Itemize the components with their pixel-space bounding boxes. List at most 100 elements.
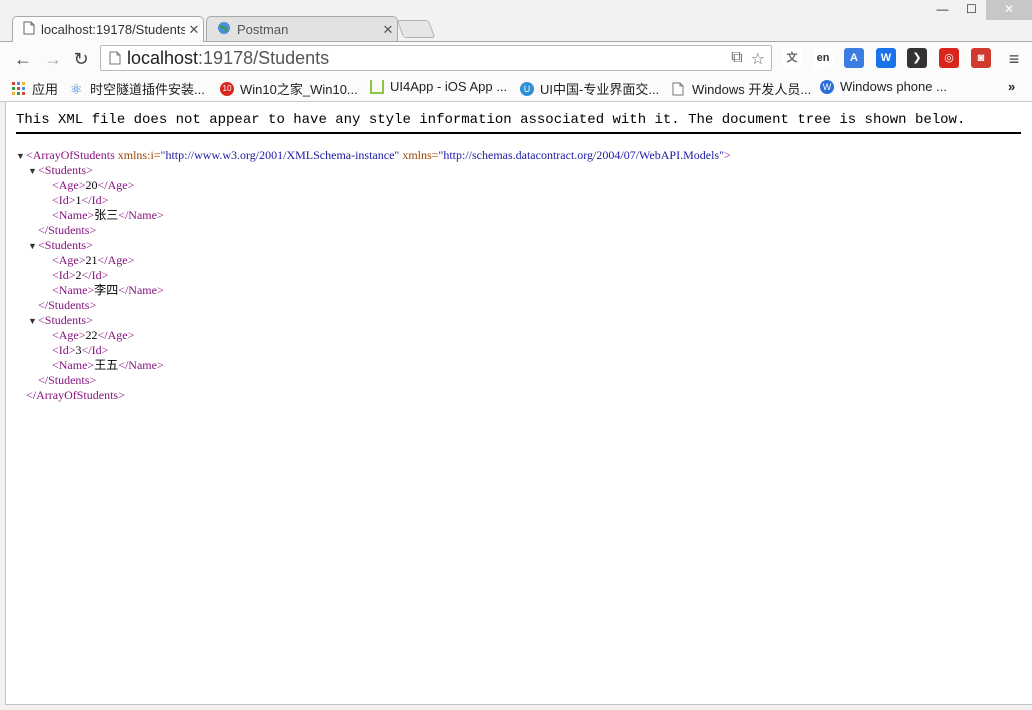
bookmark-label: Win10之家_Win10... <box>240 82 358 97</box>
id-open-tag: <Id> <box>52 268 76 282</box>
age-close-tag: </Age> <box>97 328 135 342</box>
reload-icon[interactable]: ↻ <box>70 48 92 70</box>
age-value: 21 <box>85 253 98 267</box>
red-extension-icon[interactable]: ◙ <box>971 48 991 68</box>
attr-value: "http://schemas.datacontract.org/2004/07… <box>438 148 724 162</box>
collapse-triangle-icon[interactable]: ▼ <box>16 149 26 164</box>
age-value: 22 <box>85 328 98 342</box>
tab-strip: localhost:19178/Students ✕ Postman ✕ — ☐… <box>0 0 1032 42</box>
window-controls: — ☐ ✕ <box>928 0 1032 20</box>
id-line: <Id>2</Id> <box>16 268 731 283</box>
students-close-tag: </Students> <box>38 223 97 237</box>
name-value: 王五 <box>94 358 119 372</box>
bookmark-time-tunnel[interactable]: ⚛ 时空隧道插件安装... <box>70 79 205 98</box>
minimize-button[interactable]: — <box>928 0 957 20</box>
name-open-tag: <Name> <box>52 358 95 372</box>
name-close-tag: </Name> <box>118 208 164 222</box>
address-bar[interactable]: localhost:19178/Students ⧉ ☆ <box>100 45 772 71</box>
id-line: <Id>1</Id> <box>16 193 731 208</box>
age-line: <Age>22</Age> <box>16 328 731 343</box>
collapse-triangle-icon[interactable]: ▼ <box>28 164 38 179</box>
age-close-tag: </Age> <box>97 253 135 267</box>
name-close-tag: </Name> <box>118 283 164 297</box>
collapse-triangle-icon[interactable]: ▼ <box>28 239 38 254</box>
evernote-icon[interactable]: ❯ <box>907 48 927 68</box>
tab-close-icon[interactable]: ✕ <box>379 22 397 38</box>
bookmark-star-icon[interactable]: ☆ <box>751 49 765 69</box>
url-host: localhost <box>127 48 199 68</box>
students-close-line: </Students> <box>16 298 731 313</box>
globe-icon <box>217 21 231 38</box>
page-icon <box>672 82 686 96</box>
name-value: 张三 <box>94 208 119 222</box>
age-open-tag: <Age> <box>52 178 86 192</box>
back-arrow-icon[interactable]: ← <box>12 48 34 70</box>
bookmark-ui-china[interactable]: U UI中国-专业界面交... <box>520 79 659 98</box>
page-icon <box>23 21 35 38</box>
students-open-line: ▼<Students> <box>16 163 731 178</box>
en-translate-icon[interactable]: en <box>813 48 833 68</box>
page-icon <box>109 51 121 70</box>
forward-arrow-icon[interactable]: → <box>42 48 64 70</box>
tab-localhost[interactable]: localhost:19178/Students ✕ <box>12 16 204 42</box>
tab-postman[interactable]: Postman ✕ <box>206 16 398 42</box>
bookmark-ui4app[interactable]: UI4App - iOS App ... <box>370 79 507 94</box>
collapse-triangle-icon[interactable]: ▼ <box>28 314 38 329</box>
page-translate-icon[interactable]: ⧉ <box>731 49 742 69</box>
id-open-tag: <Id> <box>52 343 76 357</box>
name-line: <Name>王五</Name> <box>16 358 731 373</box>
age-open-tag: <Age> <box>52 253 86 267</box>
age-line: <Age>21</Age> <box>16 253 731 268</box>
id-line: <Id>3</Id> <box>16 343 731 358</box>
bookmark-label: Windows 开发人员... <box>692 82 812 97</box>
students-close-tag: </Students> <box>38 298 97 312</box>
w-extension-icon[interactable]: W <box>876 48 896 68</box>
students-close-tag: </Students> <box>38 373 97 387</box>
bookmark-label: Windows phone ... <box>840 79 947 94</box>
root-close-tag: </ArrayOfStudents> <box>26 388 125 402</box>
bookmark-label: 时空隧道插件安装... <box>90 82 205 97</box>
bookmark-label: UI中国-专业界面交... <box>540 82 660 97</box>
tab-title: localhost:19178/Students <box>41 22 185 37</box>
bookmark-windows-phone[interactable]: W Windows phone ... <box>820 79 947 94</box>
students-open-tag: <Students> <box>38 163 93 177</box>
maximize-button[interactable]: ☐ <box>957 0 986 20</box>
translate-icon[interactable]: 文 <box>782 48 802 68</box>
name-open-tag: <Name> <box>52 208 95 222</box>
root-close-line: </ArrayOfStudents> <box>16 388 731 403</box>
google-translate-icon[interactable]: A <box>844 48 864 68</box>
bookmark-apps[interactable]: 应用 <box>12 79 58 98</box>
new-tab-button[interactable] <box>396 20 436 38</box>
root-open-tag-end: > <box>723 148 731 162</box>
students-close-line: </Students> <box>16 373 731 388</box>
bookmark-windows-dev[interactable]: Windows 开发人员... <box>672 79 811 98</box>
close-button[interactable]: ✕ <box>986 0 1032 20</box>
apps-grid-icon <box>12 81 26 96</box>
bookmarks-overflow-icon[interactable]: » <box>1008 79 1015 94</box>
divider <box>16 132 1021 134</box>
menu-icon[interactable]: ≡ <box>1003 48 1025 70</box>
id-close-tag: </Id> <box>81 343 109 357</box>
name-line: <Name>李四</Name> <box>16 283 731 298</box>
bookmark-label: UI4App - iOS App ... <box>390 79 508 94</box>
age-close-tag: </Age> <box>97 178 135 192</box>
attr-name: xmlns:i= <box>114 148 161 162</box>
xml-tree: ▼<ArrayOfStudents xmlns:i="http://www.w3… <box>16 148 731 403</box>
name-open-tag: <Name> <box>52 283 95 297</box>
name-value: 李四 <box>94 283 119 297</box>
students-open-tag: <Students> <box>38 238 93 252</box>
id-close-tag: </Id> <box>81 268 109 282</box>
url-text[interactable]: localhost:19178/Students <box>127 48 329 69</box>
attr-value: "http://www.w3.org/2001/XMLSchema-instan… <box>160 148 400 162</box>
id-open-tag: <Id> <box>52 193 76 207</box>
students-close-line: </Students> <box>16 223 731 238</box>
xml-style-notice: This XML file does not appear to have an… <box>16 112 966 128</box>
page-content: This XML file does not appear to have an… <box>5 102 1032 705</box>
bookmark-win10[interactable]: 10 Win10之家_Win10... <box>220 79 358 98</box>
tab-close-icon[interactable]: ✕ <box>185 22 203 38</box>
netease-icon[interactable]: ◎ <box>939 48 959 68</box>
bookmarks-bar: 应用 ⚛ 时空隧道插件安装... 10 Win10之家_Win10... UI4… <box>0 75 1032 102</box>
age-open-tag: <Age> <box>52 328 86 342</box>
attr-name: xmlns= <box>399 148 439 162</box>
url-path: :19178/Students <box>198 48 330 68</box>
